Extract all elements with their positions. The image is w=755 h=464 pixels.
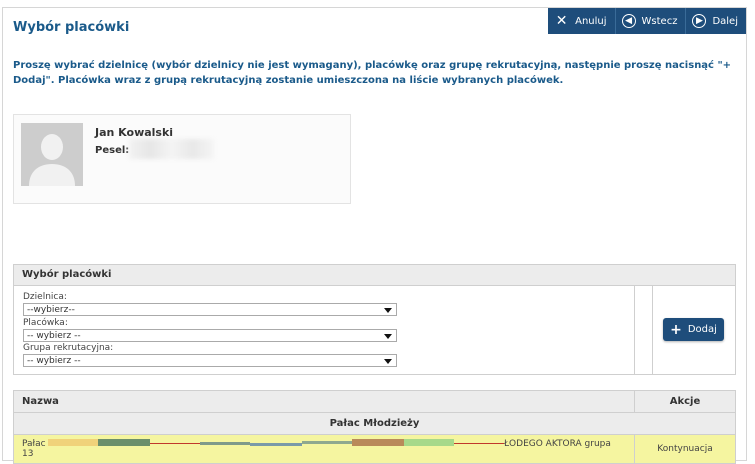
redacted-text: [48, 439, 98, 446]
district-label: Dzielnica:: [23, 292, 67, 302]
row-name-end: ŁODEGO AKTORA grupa: [504, 439, 611, 449]
close-icon: ✕: [555, 13, 568, 29]
next-button[interactable]: ▶ Dalej: [685, 8, 746, 34]
cancel-label: Anuluj: [575, 15, 607, 27]
person-card: Jan Kowalski Pesel:: [13, 114, 351, 204]
table-header: Nazwa Akcje: [14, 391, 735, 413]
next-label: Dalej: [712, 15, 738, 27]
back-button[interactable]: ◀ Wstecz: [614, 8, 686, 34]
redacted-text: [404, 439, 454, 446]
group-row: Pałac Młodzieży: [14, 413, 735, 435]
avatar: [21, 123, 83, 186]
add-button[interactable]: + Dodaj: [663, 318, 724, 341]
table-row: Pałac 13 ŁODEGO AKTORA grupa Kontynuacja: [14, 435, 735, 463]
selection-fields: Dzielnica: --wybierz-- Placówka: -- wybi…: [14, 286, 635, 374]
group-label: Grupa rekrutacyjna:: [23, 343, 114, 353]
selected-facilities-table: Nazwa Akcje Pałac Młodzieży Pałac 13 ŁOD…: [13, 390, 736, 464]
row-name-start: Pałac: [22, 439, 46, 449]
redacted-text: [98, 439, 150, 446]
forward-circle-icon: ▶: [692, 14, 707, 28]
toolbar: ✕ Anuluj ◀ Wstecz ▶ Dalej: [548, 8, 746, 34]
instructions-text: Proszę wybrać dzielnicę (wybór dzielnicy…: [13, 60, 732, 86]
facility-value: -- wybierz --: [27, 331, 81, 341]
group-select[interactable]: -- wybierz --: [23, 354, 397, 367]
redacted-text: [302, 441, 352, 444]
column-header-actions: Akcje: [669, 396, 701, 407]
pesel-label: Pesel:: [95, 145, 130, 156]
back-label: Wstecz: [641, 15, 678, 27]
selection-form: Wybór placówki Dzielnica: --wybierz-- Pl…: [13, 264, 736, 375]
redacted-text: [200, 442, 250, 445]
selection-panel: Wybór placówki ✕ Anuluj ◀ Wstecz ▶ Dalej…: [2, 7, 747, 464]
chevron-down-icon: [384, 334, 392, 339]
facility-label: Placówka:: [23, 318, 68, 328]
selection-header: Wybór placówki: [14, 265, 735, 286]
redacted-text: [250, 443, 302, 446]
district-value: --wybierz--: [27, 305, 75, 315]
plus-icon: +: [670, 321, 682, 338]
back-circle-icon: ◀: [621, 14, 636, 28]
chevron-down-icon: [384, 359, 392, 364]
add-label: Dodaj: [687, 324, 717, 335]
row-name-line2: 13: [22, 449, 34, 459]
column-header-name: Nazwa: [14, 391, 635, 412]
row-action-cell: Kontynuacja: [657, 444, 713, 454]
pesel-value-redacted: [129, 139, 214, 159]
redacted-text: [352, 439, 404, 446]
facility-select[interactable]: -- wybierz --: [23, 329, 397, 342]
user-silhouette-icon: [21, 123, 83, 186]
district-select[interactable]: --wybierz--: [23, 303, 397, 316]
page-title: Wybór placówki: [13, 20, 130, 35]
row-name-cell: Pałac 13 ŁODEGO AKTORA grupa: [14, 435, 635, 463]
person-name: Jan Kowalski: [95, 126, 174, 139]
group-value: -- wybierz --: [27, 356, 81, 366]
chevron-down-icon: [384, 308, 392, 313]
cancel-button[interactable]: ✕ Anuluj: [548, 8, 615, 34]
